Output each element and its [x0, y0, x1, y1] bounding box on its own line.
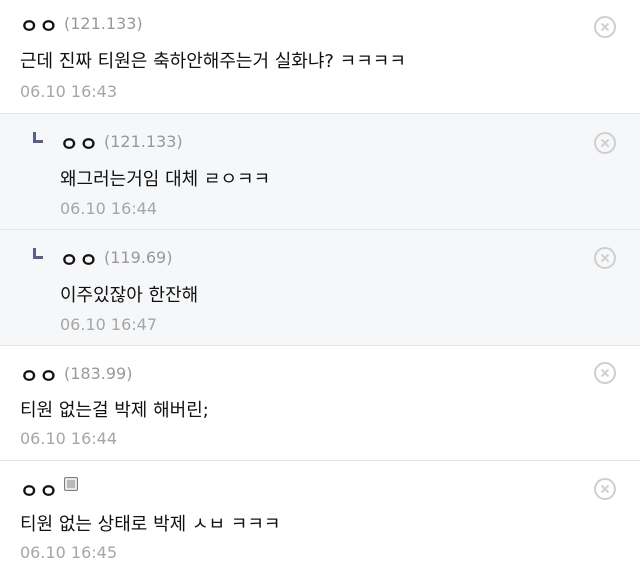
comment-nickname[interactable]: ㅇㅇ — [60, 128, 99, 157]
reply-item: ㅇㅇ (119.69) 이주있잖아 한잔해 06.10 16:47 — [0, 230, 640, 346]
comment-nickname[interactable]: ㅇㅇ — [20, 10, 59, 39]
comment-item: ㅇㅇ (121.133) 근데 진짜 티원은 축하안해주는거 실화냐? ㅋㅋㅋㅋ… — [0, 0, 640, 114]
comment-text: 티원 없는걸 박제 해버린; — [20, 400, 209, 421]
comment-nickname[interactable]: ㅇㅇ — [20, 475, 59, 504]
comment-ip: (119.69) — [104, 248, 173, 267]
delete-icon[interactable] — [594, 16, 616, 38]
comment-text: 근데 진짜 티원은 축하안해주는거 실화냐? ㅋㅋㅋㅋ — [20, 51, 406, 72]
comment-timestamp: 06.10 16:44 — [60, 199, 157, 218]
reply-arrow-icon — [33, 132, 43, 143]
comment-item: ㅇㅇ (183.99) 티원 없는걸 박제 해버린; 06.10 16:44 — [0, 346, 640, 461]
delete-icon[interactable] — [594, 132, 616, 154]
reply-item: ㅇㅇ (121.133) 왜그러는거임 대체 ㄹㅇㅋㅋ 06.10 16:44 — [0, 114, 640, 230]
delete-icon[interactable] — [594, 247, 616, 269]
comment-timestamp: 06.10 16:47 — [60, 315, 157, 334]
comment-item: ㅇㅇ 티원 없는 상태로 박제 ㅅㅂ ㅋㅋㅋ 06.10 16:45 — [0, 461, 640, 571]
comment-nickname[interactable]: ㅇㅇ — [20, 360, 59, 389]
comment-text: 이주있잖아 한잔해 — [60, 285, 199, 306]
comment-ip: (121.133) — [104, 132, 183, 151]
comment-text: 티원 없는 상태로 박제 ㅅㅂ ㅋㅋㅋ — [20, 514, 281, 535]
comment-timestamp: 06.10 16:44 — [20, 429, 117, 448]
delete-icon[interactable] — [594, 478, 616, 500]
member-badge-icon — [64, 477, 78, 491]
comment-timestamp: 06.10 16:43 — [20, 82, 117, 101]
comment-nickname[interactable]: ㅇㅇ — [60, 244, 99, 273]
comment-ip: (121.133) — [64, 14, 143, 33]
comment-timestamp: 06.10 16:45 — [20, 543, 117, 562]
delete-icon[interactable] — [594, 362, 616, 384]
comment-ip: (183.99) — [64, 364, 133, 383]
reply-arrow-icon — [33, 248, 43, 259]
comment-text: 왜그러는거임 대체 ㄹㅇㅋㅋ — [60, 169, 271, 190]
